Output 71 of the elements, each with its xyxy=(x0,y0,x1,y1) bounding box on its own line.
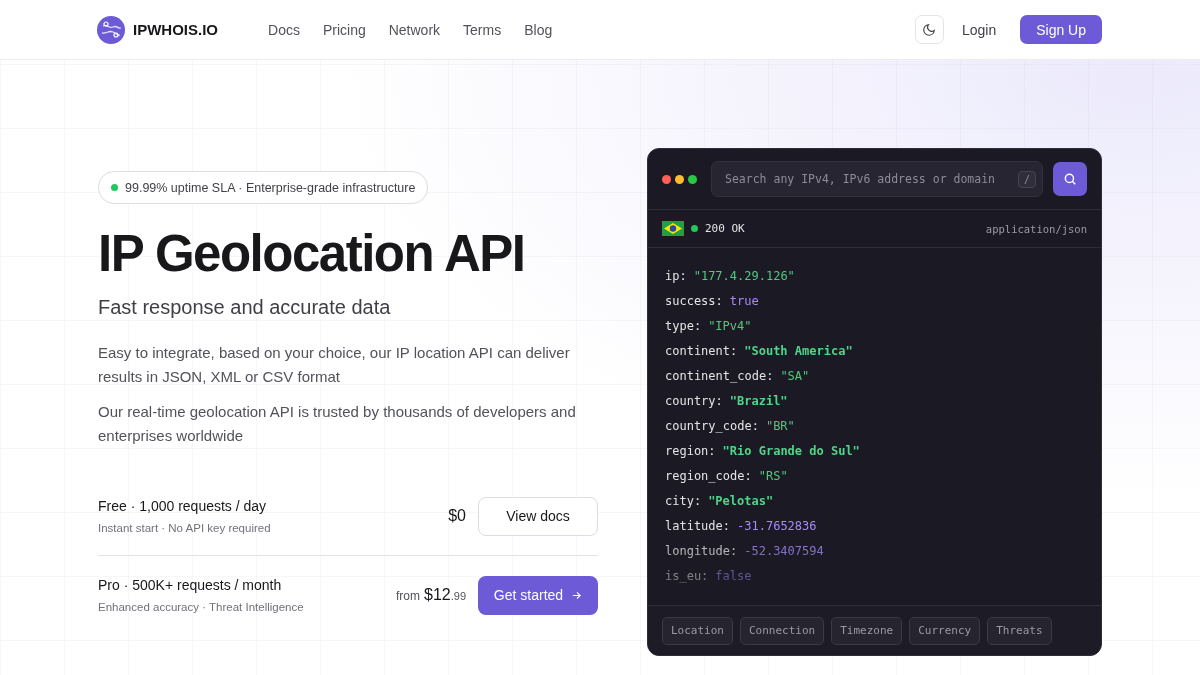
nav-link[interactable]: Terms xyxy=(463,21,502,38)
window-close-icon xyxy=(662,174,671,184)
section-tab[interactable]: Threats xyxy=(987,616,1052,645)
json-key: latitude: xyxy=(665,518,731,533)
json-value: "RS" xyxy=(758,468,788,483)
price-prefix: from xyxy=(396,589,420,604)
json-key: city: xyxy=(665,493,702,508)
json-value: true xyxy=(729,293,759,308)
globe-logo-icon xyxy=(97,15,125,44)
nav-link[interactable]: Docs xyxy=(268,21,300,38)
status-text: 200 OK xyxy=(705,222,746,235)
shortcut-key: / xyxy=(1017,170,1036,188)
window-minimize-icon xyxy=(675,174,684,184)
search-icon xyxy=(1063,172,1077,186)
json-value: -31.7652836 xyxy=(737,518,817,533)
json-key: is_eu: xyxy=(665,568,709,583)
section-tab[interactable]: Connection xyxy=(740,616,825,645)
content-type: application/json xyxy=(985,222,1087,235)
window-zoom-icon xyxy=(688,174,697,184)
plan-button[interactable]: View docs xyxy=(478,496,598,536)
json-key: ip: xyxy=(665,268,687,283)
nav-link[interactable]: Pricing xyxy=(322,21,366,38)
json-value: "South America" xyxy=(744,343,853,358)
json-key: region_code: xyxy=(665,468,752,483)
json-key: country_code: xyxy=(665,418,759,433)
json-key: success: xyxy=(665,293,723,308)
search-input[interactable]: Search any IPv4, IPv6 address or domain xyxy=(723,171,1018,187)
json-key: type: xyxy=(665,318,702,333)
hero-title: IP Geolocation API xyxy=(98,226,526,283)
json-value: "SA" xyxy=(780,368,810,383)
hero-paragraph: Easy to integrate, based on your choice, our IP location API can deliver results in JSON, XML or CSV format xyxy=(98,343,571,388)
search-button[interactable] xyxy=(1053,162,1087,196)
json-key: longitude: xyxy=(665,543,738,558)
json-key: region: xyxy=(665,443,716,458)
plan-note: Instant start · No API key required xyxy=(98,522,272,535)
nav-link[interactable]: Blog xyxy=(524,21,553,38)
json-value: -52.3407594 xyxy=(744,543,824,558)
json-value: "177.4.29.126" xyxy=(693,268,795,283)
moon-icon xyxy=(922,22,937,37)
nav-link[interactable]: Network xyxy=(388,21,441,38)
theme-toggle-button[interactable] xyxy=(914,15,944,44)
section-tab[interactable]: Location xyxy=(662,616,733,645)
status-dot-icon xyxy=(111,184,118,191)
json-key: country: xyxy=(665,393,723,408)
json-key: continent_code: xyxy=(665,368,774,383)
json-key: continent: xyxy=(665,343,738,358)
badge-text: 99.99% uptime SLA · Enterprise-grade infrastructure xyxy=(125,180,416,195)
json-value: "Rio Grande do Sul" xyxy=(722,443,860,458)
section-tab[interactable]: Timezone xyxy=(831,616,903,645)
json-value: "Pelotas" xyxy=(708,493,774,508)
login-link[interactable]: Login xyxy=(953,21,1011,38)
plan-name: Free · 1,000 requests / day xyxy=(98,498,268,515)
brand-name[interactable]: IPWHOIS.IO xyxy=(133,21,218,38)
json-value: "IPv4" xyxy=(708,318,752,333)
plan-button[interactable]: Get started xyxy=(478,575,598,615)
json-value: "BR" xyxy=(765,418,795,433)
plan-name: Pro · 500K+ requests / month xyxy=(98,577,283,594)
price-cents: .99 xyxy=(450,590,466,603)
json-value: false xyxy=(715,568,752,583)
json-value: "Brazil" xyxy=(729,393,788,408)
status-dot-icon xyxy=(691,225,698,232)
section-tab[interactable]: Currency xyxy=(909,616,981,645)
arrow-right-icon xyxy=(571,589,583,601)
hero-subtitle: Fast response and accurate data xyxy=(98,296,392,320)
search-field[interactable]: Search any IPv4, IPv6 address or domain / xyxy=(711,161,1043,197)
flag-icon xyxy=(662,221,684,236)
plan-price: $12 xyxy=(424,586,451,605)
signup-button[interactable]: Sign Up xyxy=(1020,15,1102,44)
hero-paragraph: Our real-time geolocation API is trusted by thousands of developers and enterprises worldwide xyxy=(98,402,577,447)
plan-price: $0 xyxy=(448,507,466,526)
plan-note: Enhanced accuracy · Threat Intelligence xyxy=(98,601,305,614)
